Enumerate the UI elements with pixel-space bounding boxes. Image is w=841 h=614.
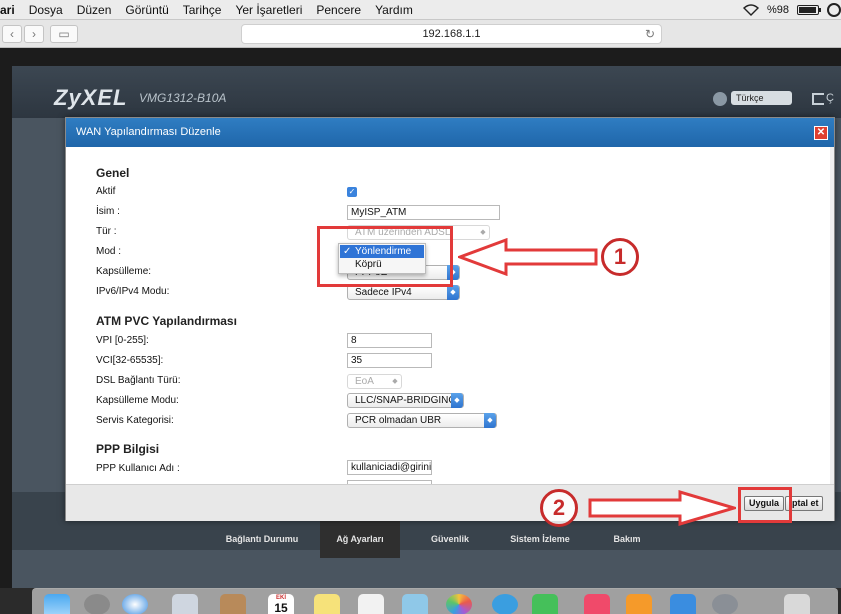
wifi-icon[interactable]	[742, 4, 759, 16]
user-menu-icon[interactable]	[827, 3, 841, 17]
menu-dosya[interactable]: Dosya	[29, 3, 63, 17]
isim-input[interactable]: MyISP_ATM	[347, 205, 500, 220]
nav-ag-ayarlari[interactable]: Ağ Ayarları	[320, 518, 400, 558]
servis-kategorisi-select[interactable]: PCR olmadan UBR ◆	[347, 413, 497, 428]
dialog-title-bar: WAN Yapılandırması Düzenle ✕	[66, 118, 834, 147]
arrow-right-icon	[588, 490, 736, 526]
nav-bakim[interactable]: Bakım	[587, 534, 667, 544]
vci-input[interactable]: 35	[347, 353, 432, 368]
menu-yardim[interactable]: Yardım	[375, 3, 413, 17]
ppp-kullanici-input[interactable]: kullaniciadi@giriniz	[347, 460, 432, 475]
contacts-icon[interactable]	[220, 594, 246, 614]
url-text: 192.168.1.1	[422, 28, 481, 40]
router-model: VMG1312-B10A	[139, 91, 227, 105]
safari-icon[interactable]	[122, 594, 148, 614]
label-aktif: Aktif	[96, 186, 116, 197]
finder-icon[interactable]	[44, 594, 70, 614]
system-preferences-icon[interactable]	[712, 594, 738, 614]
ipv-modu-select[interactable]: Sadece IPv4 ◆	[347, 285, 460, 300]
section-ppp-bilgisi: PPP Bilgisi	[96, 442, 160, 456]
battery-percent: %98	[766, 4, 789, 16]
calendar-day: 15	[274, 601, 288, 614]
step-2-badge: 2	[540, 489, 578, 527]
back-button[interactable]: ‹	[2, 25, 22, 43]
label-servis-kategorisi: Servis Kategorisi:	[96, 415, 174, 426]
highlight-mode-box	[317, 226, 453, 287]
zyxel-logo: ZyXEL	[54, 85, 128, 110]
calendar-icon[interactable]: EKİ 15	[268, 594, 294, 614]
language-value: Türkçe	[736, 93, 764, 103]
music-icon[interactable]	[584, 594, 610, 614]
browser-toolbar: ‹ › ▭ 192.168.1.1 ↻	[0, 20, 841, 48]
address-bar[interactable]: 192.168.1.1 ↻	[241, 24, 662, 44]
mac-menubar: ari Dosya Düzen Görüntü Tarihçe Yer İşar…	[0, 0, 841, 20]
trash-icon[interactable]	[784, 594, 810, 614]
label-kapsulleme: Kapsülleme:	[96, 266, 152, 277]
launchpad-icon[interactable]	[84, 594, 110, 614]
reminders-icon[interactable]	[358, 594, 384, 614]
label-mod: Mod :	[96, 246, 122, 257]
photos-icon[interactable]	[446, 594, 472, 614]
label-tur: Tür :	[96, 226, 117, 237]
label-vpi: VPI [0-255]:	[96, 335, 149, 346]
nav-guvenlik[interactable]: Güvenlik	[410, 534, 490, 544]
label-ipv-modu: IPv6/IPv4 Modu:	[96, 286, 170, 297]
logout-label[interactable]: Ç	[826, 92, 834, 104]
dsl-baglanti-select: EoA ◆	[347, 374, 402, 389]
mail-icon[interactable]	[172, 594, 198, 614]
close-icon[interactable]: ✕	[814, 126, 828, 140]
aktif-checkbox[interactable]: ✓	[347, 187, 357, 197]
wan-config-dialog: WAN Yapılandırması Düzenle ✕ Genel Aktif…	[65, 117, 835, 521]
messages-icon[interactable]	[492, 594, 518, 614]
arrow-left-icon	[458, 238, 598, 276]
label-dsl-baglanti: DSL Bağlantı Türü:	[96, 375, 181, 386]
books-icon[interactable]	[626, 594, 652, 614]
section-genel: Genel	[96, 166, 130, 180]
kapsulleme-modu-value: LLC/SNAP-BRIDGING	[355, 395, 457, 406]
vpi-input[interactable]: 8	[347, 333, 432, 348]
menu-goruntu[interactable]: Görüntü	[125, 3, 168, 17]
dsl-baglanti-value: EoA	[355, 376, 374, 387]
maps-icon[interactable]	[402, 594, 428, 614]
app-store-icon[interactable]	[670, 594, 696, 614]
forward-button[interactable]: ›	[24, 25, 44, 43]
menu-pencere[interactable]: Pencere	[316, 3, 361, 17]
language-select[interactable]: Türkçe	[731, 91, 792, 105]
dialog-scrollbar[interactable]	[830, 147, 834, 484]
ipv-modu-value: Sadece IPv4	[355, 287, 412, 298]
sidebar-toggle-icon[interactable]: ▭	[50, 25, 78, 43]
nav-sistem-izleme[interactable]: Sistem İzleme	[500, 534, 580, 544]
step-1-badge: 1	[601, 238, 639, 276]
servis-kategorisi-value: PCR olmadan UBR	[355, 415, 442, 426]
menu-tarihce[interactable]: Tarihçe	[183, 3, 222, 17]
battery-icon[interactable]	[797, 5, 821, 15]
menu-duzen[interactable]: Düzen	[77, 3, 112, 17]
section-atm-pvc: ATM PVC Yapılandırması	[96, 314, 237, 328]
label-vci: VCI[32-65535]:	[96, 355, 164, 366]
user-icon[interactable]	[713, 92, 727, 106]
label-ppp-kullanici: PPP Kullanıcı Adı :	[96, 463, 180, 474]
nav-baglanti-durumu[interactable]: Bağlantı Durumu	[222, 534, 302, 544]
notes-icon[interactable]	[314, 594, 340, 614]
dialog-body: Genel Aktif ✓ İsim : MyISP_ATM Tür : ATM…	[66, 147, 834, 484]
label-isim: İsim :	[96, 206, 120, 217]
facetime-icon[interactable]	[532, 594, 558, 614]
logout-icon[interactable]	[812, 93, 824, 105]
label-kapsulleme-modu: Kapsülleme Modu:	[96, 395, 179, 406]
highlight-apply-box	[738, 487, 792, 523]
menu-app[interactable]: ari	[0, 3, 15, 17]
kapsulleme-modu-select[interactable]: LLC/SNAP-BRIDGING ◆	[347, 393, 464, 408]
dialog-title: WAN Yapılandırması Düzenle	[76, 126, 221, 138]
mac-dock: EKİ 15	[32, 588, 838, 614]
menu-yer-isaretleri[interactable]: Yer İşaretleri	[235, 3, 302, 17]
reload-icon[interactable]: ↻	[645, 25, 655, 43]
menubar-status: %98	[742, 0, 841, 20]
